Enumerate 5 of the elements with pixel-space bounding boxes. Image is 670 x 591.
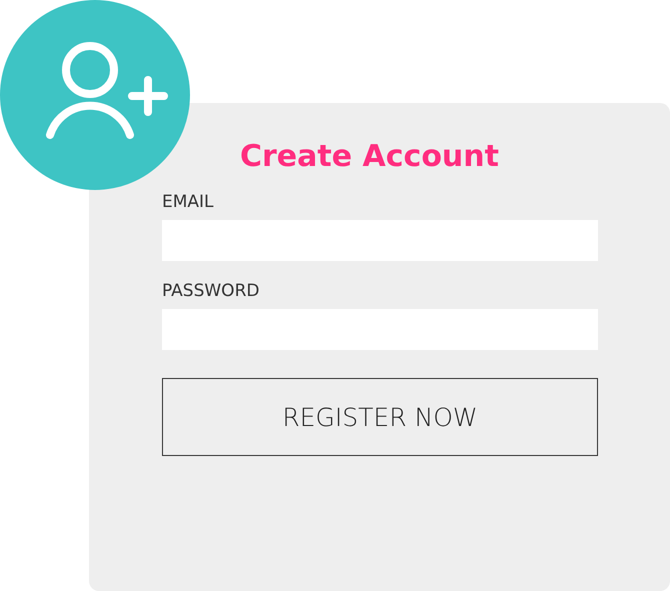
add-user-icon	[0, 0, 190, 190]
form-title: Create Account	[239, 139, 500, 174]
field-label: PASSWORD	[162, 281, 260, 301]
register-button[interactable]: REGISTER NOW	[162, 378, 598, 456]
field-label: EMAIL	[162, 192, 214, 212]
